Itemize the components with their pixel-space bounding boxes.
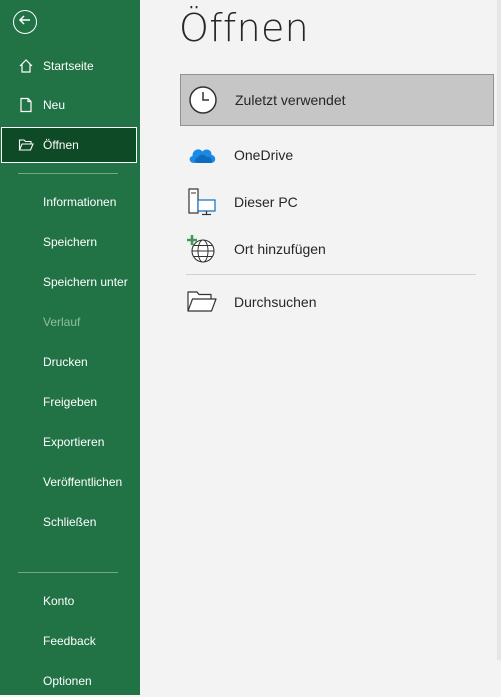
scrollbar-track[interactable] (497, 0, 501, 660)
browse-folder-icon (186, 286, 218, 318)
location-label: OneDrive (234, 147, 294, 163)
add-place-globe-icon (186, 233, 218, 265)
nav-verlauf: Verlauf (0, 306, 140, 338)
location-zuletzt-verwendet[interactable]: Zuletzt verwendet (180, 74, 494, 126)
location-label: Durchsuchen (234, 294, 317, 310)
location-label: Zuletzt verwendet (235, 92, 346, 108)
location-label: Dieser PC (234, 194, 298, 210)
nav-label: Konto (43, 594, 75, 608)
nav-freigeben[interactable]: Freigeben (0, 386, 140, 418)
nav-label: Speichern unter (43, 275, 128, 289)
nav-optionen[interactable]: Optionen (0, 665, 140, 697)
nav-label: Startseite (43, 59, 94, 73)
sidebar-divider (18, 572, 118, 573)
location-label: Ort hinzufügen (234, 241, 326, 257)
nav-label: Veröffentlichen (43, 475, 123, 489)
new-document-icon (18, 97, 34, 113)
nav-label: Optionen (43, 674, 92, 688)
clock-icon (187, 84, 219, 116)
nav-startseite[interactable]: Startseite (0, 50, 140, 82)
open-folder-icon (18, 137, 34, 153)
nav-label: Informationen (43, 195, 117, 209)
nav-label: Feedback (43, 634, 96, 648)
computer-icon (186, 186, 218, 218)
nav-label: Neu (43, 98, 66, 112)
nav-konto[interactable]: Konto (0, 585, 140, 617)
nav-label: Schließen (43, 515, 97, 529)
location-ort-hinzufuegen[interactable]: Ort hinzufügen (180, 223, 494, 275)
nav-oeffnen[interactable]: Öffnen (1, 127, 137, 163)
onedrive-cloud-icon (186, 139, 218, 171)
location-durchsuchen[interactable]: Durchsuchen (180, 276, 494, 328)
nav-label: Exportieren (43, 435, 105, 449)
back-arrow-icon (18, 13, 32, 32)
location-onedrive[interactable]: OneDrive (180, 129, 494, 181)
backstage-sidebar: Startseite Neu Öffnen Informationen Spei… (0, 0, 140, 695)
nav-speichern-unter[interactable]: Speichern unter (0, 266, 140, 298)
nav-feedback[interactable]: Feedback (0, 625, 140, 657)
nav-exportieren[interactable]: Exportieren (0, 426, 140, 458)
locations-divider (186, 274, 476, 275)
nav-label: Öffnen (43, 138, 79, 152)
home-icon (18, 58, 34, 74)
sidebar-divider (18, 173, 118, 174)
nav-informationen[interactable]: Informationen (0, 186, 140, 218)
nav-label: Freigeben (43, 395, 98, 409)
location-dieser-pc[interactable]: Dieser PC (180, 176, 494, 228)
nav-veroeffentlichen[interactable]: Veröffentlichen (0, 466, 140, 498)
nav-label: Drucken (43, 355, 88, 369)
nav-neu[interactable]: Neu (0, 89, 140, 121)
back-button[interactable] (13, 10, 37, 34)
nav-schliessen[interactable]: Schließen (0, 506, 140, 538)
nav-label: Verlauf (43, 315, 81, 329)
nav-speichern[interactable]: Speichern (0, 226, 140, 258)
page-title: Öffnen (179, 6, 310, 50)
nav-drucken[interactable]: Drucken (0, 346, 140, 378)
nav-label: Speichern (43, 235, 98, 249)
open-pane: Öffnen Zuletzt verwendet OneDrive Dieser… (140, 0, 501, 695)
